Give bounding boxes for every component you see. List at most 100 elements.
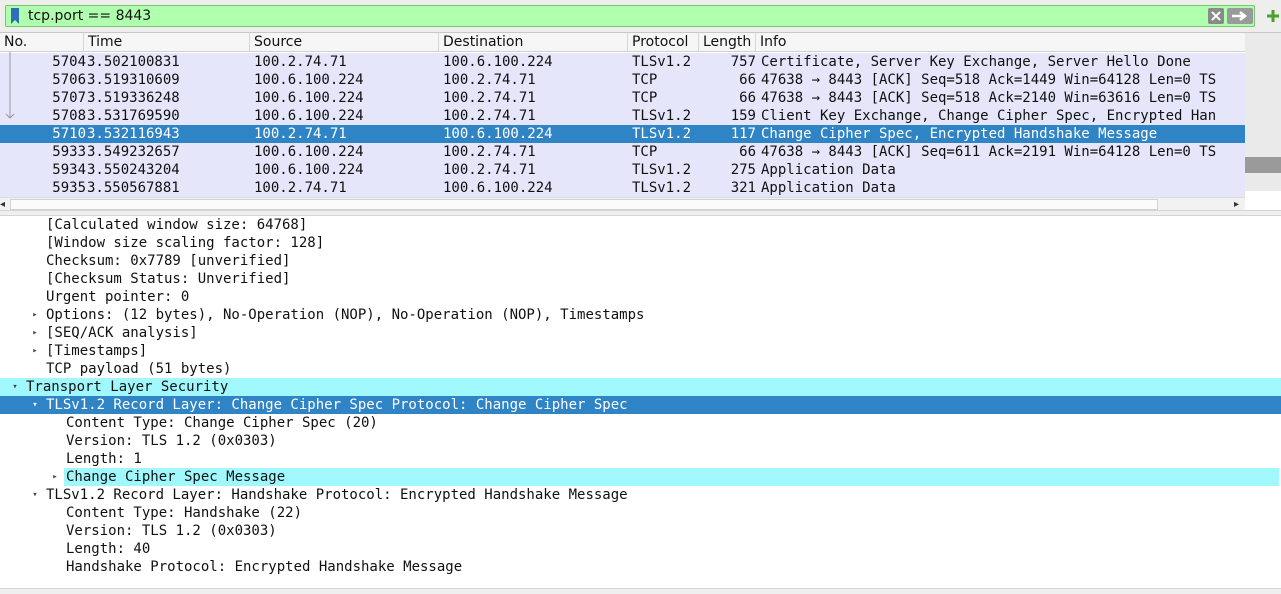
packet-info: 47638 → 8443 [ACK] Seq=518 Ack=2140 Win=… <box>761 90 1217 106</box>
detail-tree-label: [Calculated window size: 64768] <box>46 217 308 233</box>
packet-no: 5710 <box>52 126 86 142</box>
detail-tree-label: Options: (12 bytes), No-Operation (NOP),… <box>46 307 645 323</box>
packet-source: 100.6.100.224 <box>254 144 364 160</box>
packet-protocol: TLSv1.2 <box>632 162 692 178</box>
packet-row[interactable]: 5707 3.519336248 100.6.100.224 100.2.74.71 T… <box>0 89 1245 107</box>
packet-source: 100.6.100.224 <box>254 90 364 106</box>
packet-list-header: No. Time Source Destination Protocol Len… <box>0 33 1245 52</box>
packet-protocol: TLSv1.2 <box>632 126 692 142</box>
detail-tree-item[interactable]: Content Type: Change Cipher Spec (20) <box>0 414 1281 432</box>
expand-arrow-icon[interactable]: ▸ <box>50 468 60 486</box>
detail-tree-item[interactable]: Handshake Protocol: Encrypted Handshake … <box>0 558 1281 576</box>
detail-tree-item[interactable]: ▾ Transport Layer Security <box>0 378 1281 396</box>
expand-arrow-icon[interactable]: ▸ <box>30 324 40 342</box>
packet-list-horizontal-scrollbar[interactable]: ◂ ▸ <box>0 197 1245 211</box>
column-header-info[interactable]: Info <box>756 33 1245 52</box>
packet-destination: 100.6.100.224 <box>443 180 553 196</box>
scrollbar-thumb[interactable] <box>1245 157 1281 173</box>
packet-row[interactable]: 5704 3.502100831 100.2.74.71 100.6.100.224 T… <box>0 53 1245 71</box>
detail-tree-item[interactable]: Length: 1 <box>0 450 1281 468</box>
detail-tree-label: TCP payload (51 bytes) <box>46 361 232 377</box>
display-filter-toolbar: tcp.port == 8443 <box>0 0 1281 32</box>
detail-tree-label: Urgent pointer: 0 <box>46 289 190 305</box>
expand-arrow-icon[interactable]: ▸ <box>30 342 40 360</box>
packet-destination: 100.2.74.71 <box>443 90 536 106</box>
packet-length: 66 <box>739 72 756 88</box>
packet-destination: 100.2.74.71 <box>443 108 536 124</box>
detail-tree-item[interactable]: [Checksum Status: Unverified] <box>0 270 1281 288</box>
bookmark-icon[interactable] <box>10 8 20 24</box>
collapse-arrow-icon[interactable]: ▾ <box>30 486 40 504</box>
detail-tree-item[interactable]: ▸ [SEQ/ACK analysis] <box>0 324 1281 342</box>
pane-splitter-bottom[interactable] <box>0 588 1281 594</box>
detail-tree-item[interactable]: Length: 40 <box>0 540 1281 558</box>
clear-icon[interactable] <box>1208 8 1224 24</box>
packet-details-tree: [Calculated window size: 64768] [Window s… <box>0 216 1281 588</box>
detail-tree-item[interactable]: ▸ Options: (12 bytes), No-Operation (NOP)… <box>0 306 1281 324</box>
detail-tree-item[interactable]: [Calculated window size: 64768] <box>0 216 1281 234</box>
display-filter-input[interactable]: tcp.port == 8443 <box>5 5 1255 27</box>
packet-destination: 100.6.100.224 <box>443 126 553 142</box>
detail-tree-item[interactable]: ▸ [Timestamps] <box>0 342 1281 360</box>
detail-tree-item[interactable]: Checksum: 0x7789 [unverified] <box>0 252 1281 270</box>
filter-text[interactable]: tcp.port == 8443 <box>28 7 151 25</box>
detail-tree-label: Transport Layer Security <box>26 379 229 395</box>
packet-row[interactable]: 5934 3.550243204 100.6.100.224 100.2.74.71 T… <box>0 161 1245 179</box>
detail-tree-label: Content Type: Handshake (22) <box>66 505 303 521</box>
scroll-right-icon[interactable]: ▸ <box>1234 199 1239 210</box>
detail-tree-label: [SEQ/ACK analysis] <box>46 325 198 341</box>
scrollbar-thumb[interactable] <box>10 199 1158 210</box>
detail-tree-item[interactable]: [Window size scaling factor: 128] <box>0 234 1281 252</box>
packet-no: 5707 <box>52 90 86 106</box>
packet-time: 3.550243204 <box>87 162 180 178</box>
detail-tree-item[interactable]: ▾ TLSv1.2 Record Layer: Handshake Protoco… <box>0 486 1281 504</box>
column-header-no[interactable]: No. <box>0 33 84 52</box>
packet-source: 100.2.74.71 <box>254 126 347 142</box>
expand-arrow-icon[interactable]: ▸ <box>30 306 40 324</box>
detail-tree-label: [Checksum Status: Unverified] <box>46 271 291 287</box>
column-header-destination[interactable]: Destination <box>439 33 628 52</box>
packet-row[interactable]: 5935 3.550567881 100.2.74.71 100.6.100.224 T… <box>0 179 1245 197</box>
detail-tree-item[interactable]: Version: TLS 1.2 (0x0303) <box>0 522 1281 540</box>
column-header-protocol[interactable]: Protocol <box>628 33 699 52</box>
arrow-right-icon[interactable] <box>1227 8 1253 24</box>
packet-source: 100.6.100.224 <box>254 72 364 88</box>
packet-no: 5704 <box>52 54 86 70</box>
detail-tree-label: Version: TLS 1.2 (0x0303) <box>66 433 277 449</box>
detail-tree-item[interactable]: TCP payload (51 bytes) <box>0 360 1281 378</box>
scroll-left-icon[interactable]: ◂ <box>0 199 5 210</box>
column-header-source[interactable]: Source <box>250 33 439 52</box>
packet-protocol: TCP <box>632 90 658 106</box>
packet-row[interactable]: 5710 3.532116943 100.2.74.71 100.6.100.224 T… <box>0 125 1245 143</box>
detail-tree-label: TLSv1.2 Record Layer: Change Cipher Spec… <box>46 397 628 413</box>
collapse-arrow-icon[interactable]: ▾ <box>30 396 40 414</box>
packet-info: 47638 → 8443 [ACK] Seq=611 Ack=2191 Win=… <box>761 144 1217 160</box>
packet-row[interactable]: 5708 3.531769590 100.6.100.224 100.2.74.71 T… <box>0 107 1245 125</box>
packet-time: 3.531769590 <box>87 108 180 124</box>
packet-info: Application Data <box>761 180 896 196</box>
packet-row[interactable]: 5933 3.549232657 100.6.100.224 100.2.74.71 T… <box>0 143 1245 161</box>
plus-icon[interactable] <box>1266 9 1280 23</box>
packet-length: 159 <box>730 108 756 124</box>
collapse-arrow-icon[interactable]: ▾ <box>10 378 20 396</box>
packet-info: Client Key Exchange, Change Cipher Spec,… <box>761 108 1217 124</box>
detail-tree-label: Change Cipher Spec Message <box>64 468 1279 486</box>
detail-tree-item[interactable]: Content Type: Handshake (22) <box>0 504 1281 522</box>
packet-list-vertical-scrollbar[interactable] <box>1245 33 1281 191</box>
detail-tree-item[interactable]: Urgent pointer: 0 <box>0 288 1281 306</box>
packet-source: 100.2.74.71 <box>254 54 347 70</box>
detail-tree-item[interactable]: Version: TLS 1.2 (0x0303) <box>0 432 1281 450</box>
column-header-time[interactable]: Time <box>84 33 250 52</box>
detail-tree-label: [Timestamps] <box>46 343 148 359</box>
packet-protocol: TLSv1.2 <box>632 54 692 70</box>
detail-tree-item[interactable]: ▸ Change Cipher Spec Message <box>0 468 1281 486</box>
packet-info: Change Cipher Spec, Encrypted Handshake … <box>761 126 1158 142</box>
packet-row[interactable]: 5706 3.519310609 100.6.100.224 100.2.74.71 T… <box>0 71 1245 89</box>
packet-no: 5935 <box>52 180 86 196</box>
column-header-length[interactable]: Length <box>699 33 756 52</box>
detail-tree-item[interactable]: ▾ TLSv1.2 Record Layer: Change Cipher Spe… <box>0 396 1281 414</box>
packet-length: 66 <box>739 144 756 160</box>
packet-protocol: TLSv1.2 <box>632 108 692 124</box>
packet-no: 5933 <box>52 144 86 160</box>
packet-protocol: TCP <box>632 72 658 88</box>
